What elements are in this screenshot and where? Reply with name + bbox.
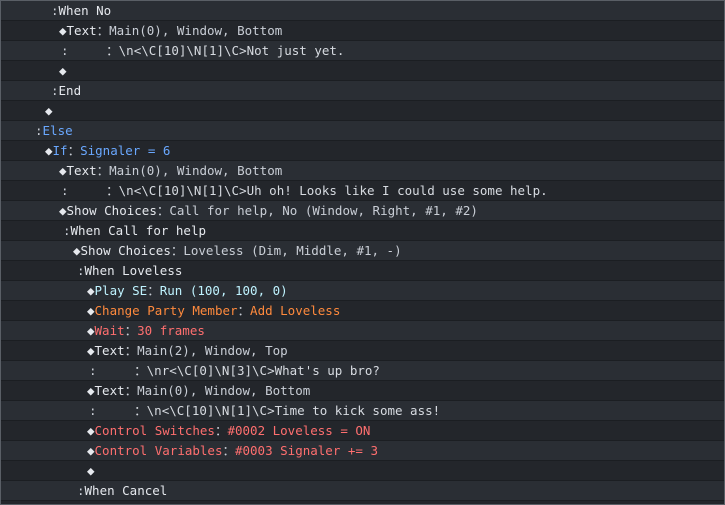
- diamond-icon: ◆: [59, 23, 67, 38]
- command-text: Else: [42, 123, 73, 138]
- command-line[interactable]: ◆Text：Main(0), Window, Bottom: [1, 381, 724, 401]
- command-text: ：: [170, 243, 184, 258]
- command-text: Play SE: [94, 283, 148, 298]
- diamond-icon: ◆: [87, 383, 95, 398]
- command-text: Show Choices: [80, 243, 171, 258]
- command-text: Text: [94, 383, 125, 398]
- command-line[interactable]: :When No: [1, 1, 724, 21]
- command-text: ：: [96, 163, 110, 178]
- diamond-icon: ◆: [87, 463, 95, 478]
- command-text: ：\n<\C[10]\N[1]\C>Time to kick some ass!: [96, 403, 441, 418]
- diamond-icon: ◆: [87, 303, 95, 318]
- command-line[interactable]: ◆Show Choices：Call for help, No (Window,…: [1, 201, 724, 221]
- command-text: ：: [214, 423, 228, 438]
- diamond-icon: ◆: [59, 63, 67, 78]
- command-text: ：\n<\C[10]\N[1]\C>Uh oh! Looks like I co…: [68, 183, 548, 198]
- command-text: ：: [156, 203, 170, 218]
- command-line[interactable]: ◆Play SE：Run (100, 100, 0): [1, 281, 724, 301]
- command-text: Wait: [94, 323, 125, 338]
- command-text: :: [35, 123, 43, 138]
- command-line[interactable]: ◆: [1, 461, 724, 481]
- command-text: When Call for help: [70, 223, 206, 238]
- command-text: ：\nr<\C[0]\N[3]\C>What's up bro?: [96, 363, 380, 378]
- diamond-icon: ◆: [73, 243, 81, 258]
- command-text: End: [58, 83, 82, 98]
- command-text: Control Switches: [94, 423, 215, 438]
- command-text: Main(0), Window, Bottom: [109, 163, 283, 178]
- diamond-icon: ◆: [87, 323, 95, 338]
- command-text: :: [63, 223, 71, 238]
- command-text: :: [77, 263, 85, 278]
- command-text: Control Variables: [94, 443, 223, 458]
- command-text: :: [51, 83, 59, 98]
- command-line[interactable]: ◆Text：Main(0), Window, Bottom: [1, 161, 724, 181]
- command-text: ：: [96, 23, 110, 38]
- command-line[interactable]: :When Cancel: [1, 481, 724, 501]
- command-line[interactable]: : ：\n<\C[10]\N[1]\C>Uh oh! Looks like I …: [1, 181, 724, 201]
- diamond-icon: ◆: [45, 143, 53, 158]
- command-text: When No: [58, 3, 112, 18]
- command-text: ：: [124, 343, 138, 358]
- command-line[interactable]: ◆: [1, 61, 724, 81]
- command-text: If: [52, 143, 68, 158]
- command-text: Show Choices: [66, 203, 157, 218]
- command-text: :: [61, 183, 69, 198]
- command-line[interactable]: ◆Control Variables：#0003 Signaler += 3: [1, 441, 724, 461]
- command-text: Main(2), Window, Top: [137, 343, 288, 358]
- command-text: ：: [124, 323, 138, 338]
- command-text: When Loveless: [84, 263, 183, 278]
- command-line[interactable]: : ：\n<\C[10]\N[1]\C>Time to kick some as…: [1, 401, 724, 421]
- command-text: #0003 Signaler += 3: [234, 443, 378, 458]
- diamond-icon: ◆: [59, 163, 67, 178]
- diamond-icon: ◆: [59, 203, 67, 218]
- command-line[interactable]: :When Loveless: [1, 261, 724, 281]
- command-line[interactable]: ◆Text：Main(0), Window, Bottom: [1, 21, 724, 41]
- command-text: Change Party Member: [94, 303, 238, 318]
- command-line[interactable]: :When Call for help: [1, 221, 724, 241]
- command-text: Loveless (Dim, Middle, #1, -): [183, 243, 402, 258]
- command-text: 30 frames: [137, 323, 205, 338]
- command-line[interactable]: ◆If：Signaler = 6: [1, 141, 724, 161]
- command-text: Main(0), Window, Bottom: [137, 383, 311, 398]
- command-line[interactable]: ◆: [1, 101, 724, 121]
- command-text: ：: [222, 443, 235, 458]
- command-text: Text: [94, 343, 125, 358]
- command-line[interactable]: ◆Control Switches：#0002 Loveless = ON: [1, 421, 724, 441]
- command-text: #0002 Loveless = ON: [227, 423, 371, 438]
- diamond-icon: ◆: [87, 443, 95, 458]
- command-text: Main(0), Window, Bottom: [109, 23, 283, 38]
- command-text: ：: [147, 283, 160, 298]
- command-text: :: [51, 3, 59, 18]
- command-text: :: [89, 403, 97, 418]
- command-line[interactable]: :End: [1, 81, 724, 101]
- diamond-icon: ◆: [87, 283, 95, 298]
- event-command-list[interactable]: :When No ◆Text：Main(0), Window, Bottom: ：…: [0, 0, 725, 505]
- command-text: Run (100, 100, 0): [159, 283, 288, 298]
- command-line[interactable]: ◆Wait：30 frames: [1, 321, 724, 341]
- command-text: ：: [124, 383, 138, 398]
- command-line[interactable]: ◆Change Party Member：Add Loveless: [1, 301, 724, 321]
- command-text: :: [77, 483, 85, 498]
- command-line[interactable]: : ：\nr<\C[0]\N[3]\C>What's up bro?: [1, 361, 724, 381]
- command-line[interactable]: : ：\n<\C[10]\N[1]\C>Not just yet.: [1, 41, 724, 61]
- command-text: When Cancel: [84, 483, 168, 498]
- command-text: Call for help, No (Window, Right, #1, #2…: [169, 203, 478, 218]
- command-text: ：: [237, 303, 251, 318]
- command-text: Signaler = 6: [80, 143, 171, 158]
- command-text: :: [89, 363, 97, 378]
- row-divider: [1, 500, 724, 501]
- command-text: Text: [66, 163, 97, 178]
- command-text: :: [61, 43, 69, 58]
- command-text: Text: [66, 23, 97, 38]
- command-line[interactable]: ◆Show Choices：Loveless (Dim, Middle, #1,…: [1, 241, 724, 261]
- command-text: ：: [67, 143, 81, 158]
- diamond-icon: ◆: [45, 103, 53, 118]
- command-text: ：\n<\C[10]\N[1]\C>Not just yet.: [68, 43, 345, 58]
- command-line[interactable]: :Else: [1, 121, 724, 141]
- diamond-icon: ◆: [87, 423, 95, 438]
- command-text: Add Loveless: [250, 303, 341, 318]
- command-line[interactable]: ◆Text：Main(2), Window, Top: [1, 341, 724, 361]
- diamond-icon: ◆: [87, 343, 95, 358]
